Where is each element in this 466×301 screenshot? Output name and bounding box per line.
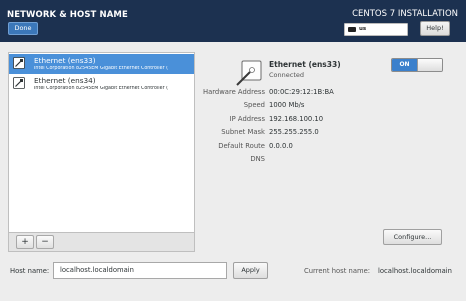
device-description: Intel Corporation 82545EM Gigabit Ethern… [34,66,168,71]
host-name-input[interactable]: localhost.localdomain [53,262,227,279]
default-route-label: Default Route [218,142,265,150]
speed-label: Speed [243,101,265,109]
keyboard-layout-label: us [359,26,367,32]
hardware-address-label: Hardware Address [202,88,265,96]
network-device-list: Ethernet (ens33) Intel Corporation 82545… [8,52,195,252]
hardware-address-value: 00:0C:29:12:1B:BA [269,88,334,96]
device-list-toolbar: + − [8,232,195,252]
toggle-on-label: ON [392,59,417,71]
speed-value: 1000 Mb/s [269,101,305,109]
device-on-off-toggle[interactable]: ON [391,58,443,72]
page-title: NETWORK & HOST NAME [7,10,128,20]
help-button[interactable]: Help! [420,21,450,36]
apply-button[interactable]: Apply [233,262,268,279]
product-title: CENTOS 7 INSTALLATION [352,9,458,19]
current-host-name-value: localhost.localdomain [378,267,452,275]
dns-label: DNS [250,155,265,163]
host-name-label: Host name: [10,267,50,275]
default-route-value: 0.0.0.0 [269,142,293,150]
subnet-mask-value: 255.255.255.0 [269,128,319,136]
device-name: Ethernet (ens33) [34,56,96,65]
configure-button[interactable]: Configure... [383,229,442,245]
device-detail-name: Ethernet (ens33) [269,60,341,69]
top-header-bar: NETWORK & HOST NAME Done CENTOS 7 INSTAL… [0,0,466,42]
device-item-ens33[interactable]: Ethernet (ens33) Intel Corporation 82545… [9,54,194,74]
subnet-mask-label: Subnet Mask [221,128,265,136]
done-button[interactable]: Done [8,22,38,35]
ethernet-icon [13,57,25,69]
toggle-knob [417,59,442,71]
device-name: Ethernet (ens34) [34,76,96,85]
current-host-name-label: Current host name: [304,267,371,275]
add-device-button[interactable]: + [16,235,34,249]
ip-address-value: 192.168.100.10 [269,115,324,123]
keyboard-icon [348,27,356,32]
device-item-ens34[interactable]: Ethernet (ens34) Intel Corporation 82545… [9,74,194,94]
device-status: Connected [269,71,305,79]
ip-address-label: IP Address [229,115,265,123]
ethernet-icon [13,77,25,89]
keyboard-layout-indicator[interactable]: us [344,23,408,36]
device-description: Intel Corporation 82545EM Gigabit Ethern… [34,86,168,91]
ethernet-large-icon [236,60,262,86]
remove-device-button[interactable]: − [36,235,54,249]
